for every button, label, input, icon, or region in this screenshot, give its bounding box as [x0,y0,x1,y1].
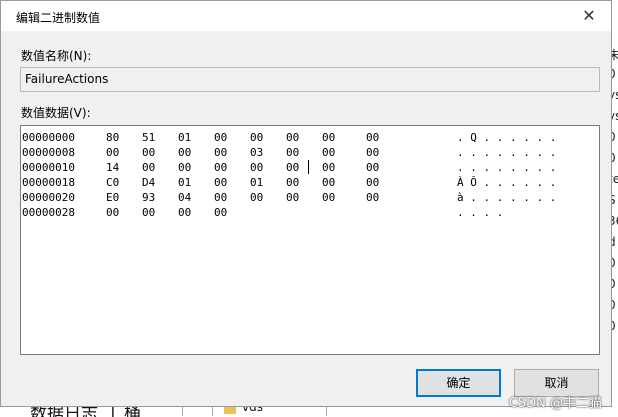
edit-binary-value-dialog: 编辑二进制数值 ✕ 数值名称(N): FailureActions 数值数据(V… [0,0,612,407]
hex-byte: C0 [106,176,120,189]
hex-byte: 00 [366,146,380,159]
ascii-text: . . . . [457,206,504,219]
hex-byte: 00 [214,191,228,204]
hex-byte: 01 [178,176,192,189]
hex-byte: 00 [322,146,336,159]
watermark: CSDN @中二猫 [508,396,602,411]
hex-address: 00000000 [22,131,75,144]
hex-byte: E0 [106,191,120,204]
dialog-title: 编辑二进制数值 [16,11,101,25]
hex-byte: 00 [178,161,192,174]
hex-address: 00000018 [22,176,75,189]
hex-byte: 00 [250,161,264,174]
hex-byte: 00 [178,146,192,159]
hex-byte: 00 [106,146,120,159]
hex-byte: 00 [142,146,156,159]
value-name-label: 数值名称(N): [21,49,92,63]
hex-byte: 01 [178,131,192,144]
hex-byte: 00 [322,161,336,174]
ascii-text: À Ô . . . . . . [457,176,557,189]
hex-byte: 51 [142,131,156,144]
hex-byte: 00 [214,131,228,144]
hex-byte: 00 [366,191,380,204]
hex-byte: 93 [142,191,156,204]
hex-byte: 00 [142,161,156,174]
hex-byte: 00 [366,176,380,189]
hex-byte: 00 [106,206,120,219]
hex-byte: 03 [250,146,264,159]
hex-byte: 00 [214,161,228,174]
ascii-text: . . . . . . . . [457,161,557,174]
close-icon: ✕ [582,6,596,25]
hex-address: 00000028 [22,206,75,219]
value-name-field: FailureActions [20,67,600,92]
hex-byte: 01 [250,176,264,189]
hex-byte: 00 [322,191,336,204]
hex-byte: 00 [286,191,300,204]
ascii-text: à . . . . . . . [457,191,557,204]
value-data-label: 数值数据(V): [21,106,91,120]
hex-byte: 00 [366,161,380,174]
hex-byte: 14 [106,161,120,174]
hex-byte: 00 [286,131,300,144]
hex-byte: 00 [214,176,228,189]
ok-button[interactable]: 确定 [416,369,501,397]
ascii-text: . Q . . . . . . [457,131,557,144]
hex-byte: D4 [142,176,156,189]
hex-byte: 80 [106,131,120,144]
title-bar: 编辑二进制数值 ✕ [1,1,611,31]
hex-byte: 00 [214,206,228,219]
value-data-hex-editor[interactable]: 00000000 80 51 01 00 00 00 00 00. Q . . . . . .0… [20,125,600,355]
ascii-text: . . . . . . . . [457,146,557,159]
hex-byte: 00 [366,131,380,144]
hex-byte: 00 [322,176,336,189]
hex-byte: 00 [214,146,228,159]
hex-byte: 00 [142,206,156,219]
hex-byte: 00 [286,146,300,159]
hex-address: 00000008 [22,146,75,159]
hex-byte: 00 [286,176,300,189]
hex-byte: 04 [178,191,192,204]
close-button[interactable]: ✕ [567,1,611,31]
hex-address: 00000010 [22,161,75,174]
hex-byte: 00 [322,131,336,144]
hex-byte: 00 [250,131,264,144]
hex-byte: 00 [286,161,300,174]
text-caret [308,160,309,174]
hex-byte: 00 [178,206,192,219]
hex-byte: 00 [250,191,264,204]
hex-address: 00000020 [22,191,75,204]
